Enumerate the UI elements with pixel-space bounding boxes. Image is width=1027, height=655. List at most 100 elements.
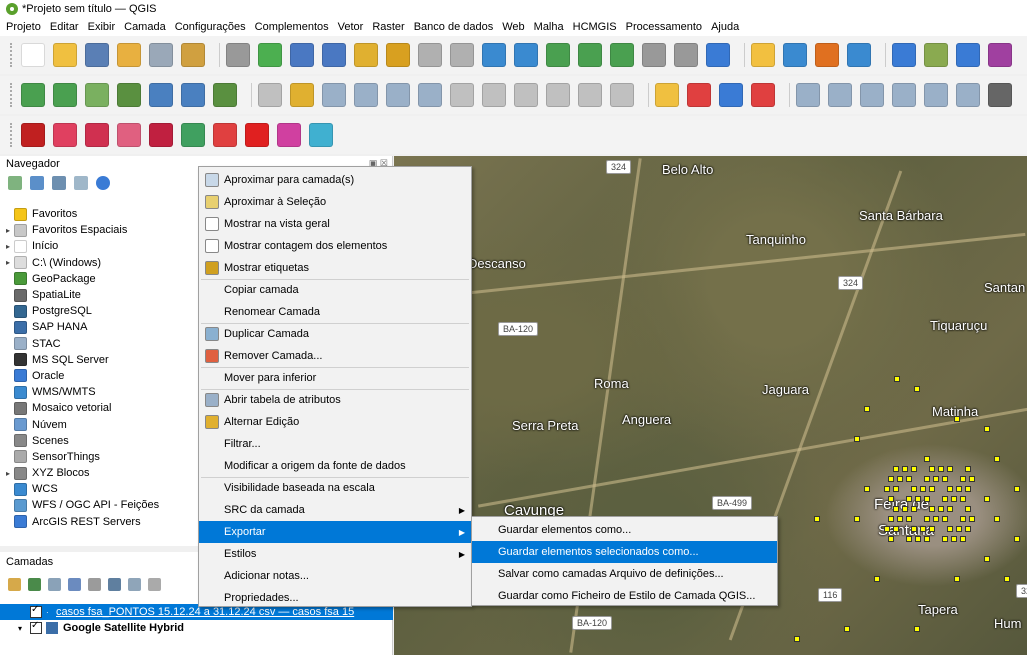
toolbar-tool-icon[interactable] bbox=[655, 83, 679, 107]
context-menu-item[interactable]: Duplicar Camada bbox=[199, 323, 471, 345]
toolbar-tool-icon[interactable] bbox=[610, 43, 634, 67]
toolbar-tool-icon[interactable] bbox=[892, 83, 916, 107]
menu-configura-es[interactable]: Configurações bbox=[175, 21, 246, 33]
add-group-icon[interactable] bbox=[28, 578, 41, 591]
context-menu-item[interactable]: Adicionar notas... bbox=[199, 565, 471, 587]
toolbar-tool-icon[interactable] bbox=[751, 43, 775, 67]
filter-by-expression-icon[interactable] bbox=[88, 578, 101, 591]
refresh-icon[interactable] bbox=[30, 176, 44, 190]
layer-visibility-checkbox[interactable] bbox=[30, 604, 42, 618]
collapse-all-icon[interactable] bbox=[128, 578, 141, 591]
context-menu-item[interactable]: Alternar Edição bbox=[199, 411, 471, 433]
export-submenu-item[interactable]: Salvar como camadas Arquivo de definiçõe… bbox=[472, 563, 777, 585]
context-menu-item[interactable]: Visibilidade baseada na escala bbox=[199, 477, 471, 499]
toolbar-tool-icon[interactable] bbox=[956, 43, 980, 67]
toolbar-tool-icon[interactable] bbox=[149, 43, 173, 67]
toolbar-tool-icon[interactable] bbox=[687, 83, 711, 107]
toolbar-tool-icon[interactable] bbox=[21, 83, 45, 107]
toolbar-tool-icon[interactable] bbox=[149, 83, 173, 107]
menu-exibir[interactable]: Exibir bbox=[88, 21, 116, 33]
manage-map-themes-icon[interactable] bbox=[48, 578, 61, 591]
menu-projeto[interactable]: Projeto bbox=[6, 21, 41, 33]
toolbar-tool-icon[interactable] bbox=[828, 83, 852, 107]
toolbar-tool-icon[interactable] bbox=[578, 43, 602, 67]
toolbar-grip[interactable] bbox=[10, 123, 15, 147]
toolbar-tool-icon[interactable] bbox=[796, 83, 820, 107]
context-menu-item[interactable]: Mostrar contagem dos elementos bbox=[199, 235, 471, 257]
toolbar-tool-icon[interactable] bbox=[860, 83, 884, 107]
toolbar-tool-icon[interactable] bbox=[386, 43, 410, 67]
info-icon[interactable] bbox=[96, 176, 110, 190]
toolbar-tool-icon[interactable] bbox=[956, 83, 980, 107]
toolbar-tool-icon[interactable] bbox=[514, 43, 538, 67]
toolbar-tool-icon[interactable] bbox=[847, 43, 871, 67]
layer-visibility-checkbox[interactable] bbox=[30, 620, 42, 634]
menu-camada[interactable]: Camada bbox=[124, 21, 166, 33]
expand-arrow-icon[interactable]: ▸ bbox=[2, 226, 14, 235]
toolbar-tool-icon[interactable] bbox=[277, 123, 301, 147]
toolbar-tool-icon[interactable] bbox=[181, 83, 205, 107]
toolbar-tool-icon[interactable] bbox=[226, 43, 250, 67]
toolbar-tool-icon[interactable] bbox=[988, 43, 1012, 67]
toolbar-tool-icon[interactable] bbox=[674, 43, 698, 67]
toolbar-tool-icon[interactable] bbox=[85, 123, 109, 147]
toolbar-grip[interactable] bbox=[10, 83, 15, 107]
menu-ajuda[interactable]: Ajuda bbox=[711, 21, 739, 33]
collapse-all-icon[interactable] bbox=[74, 176, 88, 190]
context-menu-item[interactable]: Filtrar... bbox=[199, 433, 471, 455]
toolbar-tool-icon[interactable] bbox=[290, 83, 314, 107]
expand-arrow-icon[interactable]: ▸ bbox=[2, 258, 14, 267]
toolbar-tool-icon[interactable] bbox=[181, 43, 205, 67]
toolbar-tool-icon[interactable] bbox=[418, 83, 442, 107]
style-manager-icon[interactable] bbox=[8, 578, 21, 591]
toolbar-tool-icon[interactable] bbox=[354, 83, 378, 107]
toolbar-tool-icon[interactable] bbox=[783, 43, 807, 67]
menu-vetor[interactable]: Vetor bbox=[338, 21, 364, 33]
toolbar-tool-icon[interactable] bbox=[322, 43, 346, 67]
context-menu-item[interactable]: Aproximar à Seleção bbox=[199, 191, 471, 213]
toolbar-tool-icon[interactable] bbox=[117, 43, 141, 67]
export-submenu-item[interactable]: Guardar elementos como... bbox=[472, 519, 777, 541]
context-menu-item[interactable]: Aproximar para camada(s) bbox=[199, 169, 471, 191]
context-menu-item[interactable]: Remover Camada... bbox=[199, 345, 471, 367]
toolbar-tool-icon[interactable] bbox=[85, 83, 109, 107]
filter-icon[interactable] bbox=[52, 176, 66, 190]
toolbar-tool-icon[interactable] bbox=[322, 83, 346, 107]
toolbar-tool-icon[interactable] bbox=[21, 123, 45, 147]
toolbar-tool-icon[interactable] bbox=[53, 43, 77, 67]
context-menu-item[interactable]: Mostrar etiquetas bbox=[199, 257, 471, 279]
toolbar-tool-icon[interactable] bbox=[514, 83, 538, 107]
toolbar-tool-icon[interactable] bbox=[21, 43, 45, 67]
toolbar-tool-icon[interactable] bbox=[53, 123, 77, 147]
menu-editar[interactable]: Editar bbox=[50, 21, 79, 33]
toolbar-tool-icon[interactable] bbox=[117, 123, 141, 147]
toolbar-tool-icon[interactable] bbox=[546, 83, 570, 107]
menu-complementos[interactable]: Complementos bbox=[255, 21, 329, 33]
toolbar-tool-icon[interactable] bbox=[354, 43, 378, 67]
expand-arrow-icon[interactable]: ▸ bbox=[2, 242, 14, 251]
toolbar-tool-icon[interactable] bbox=[706, 43, 730, 67]
toolbar-tool-icon[interactable] bbox=[610, 83, 634, 107]
export-submenu-item[interactable]: Guardar como Ficheiro de Estilo de Camad… bbox=[472, 585, 777, 607]
toolbar-tool-icon[interactable] bbox=[418, 43, 442, 67]
context-menu-item[interactable]: Abrir tabela de atributos bbox=[199, 389, 471, 411]
toolbar-tool-icon[interactable] bbox=[892, 43, 916, 67]
filter-legend-icon[interactable] bbox=[68, 578, 81, 591]
menu-banco-de-dados[interactable]: Banco de dados bbox=[414, 21, 494, 33]
toolbar-tool-icon[interactable] bbox=[149, 123, 173, 147]
add-selected-layers-icon[interactable] bbox=[8, 176, 22, 190]
context-menu-item[interactable]: Renomear Camada bbox=[199, 301, 471, 323]
layer-row-google-hybrid[interactable]: ▾ Google Satellite Hybrid bbox=[0, 620, 393, 636]
context-menu-item[interactable]: Copiar camada bbox=[199, 279, 471, 301]
toolbar-tool-icon[interactable] bbox=[213, 123, 237, 147]
toolbar-tool-icon[interactable] bbox=[751, 83, 775, 107]
toolbar-tool-icon[interactable] bbox=[450, 43, 474, 67]
menu-hcmgis[interactable]: HCMGIS bbox=[573, 21, 617, 33]
context-menu-item[interactable]: Estilos ▶ bbox=[199, 543, 471, 565]
toolbar-tool-icon[interactable] bbox=[924, 43, 948, 67]
toolbar-grip[interactable] bbox=[10, 43, 15, 67]
export-submenu-item[interactable]: Guardar elementos selecionados como... bbox=[472, 541, 777, 563]
toolbar-tool-icon[interactable] bbox=[290, 43, 314, 67]
toolbar-tool-icon[interactable] bbox=[258, 83, 282, 107]
toolbar-tool-icon[interactable] bbox=[181, 123, 205, 147]
